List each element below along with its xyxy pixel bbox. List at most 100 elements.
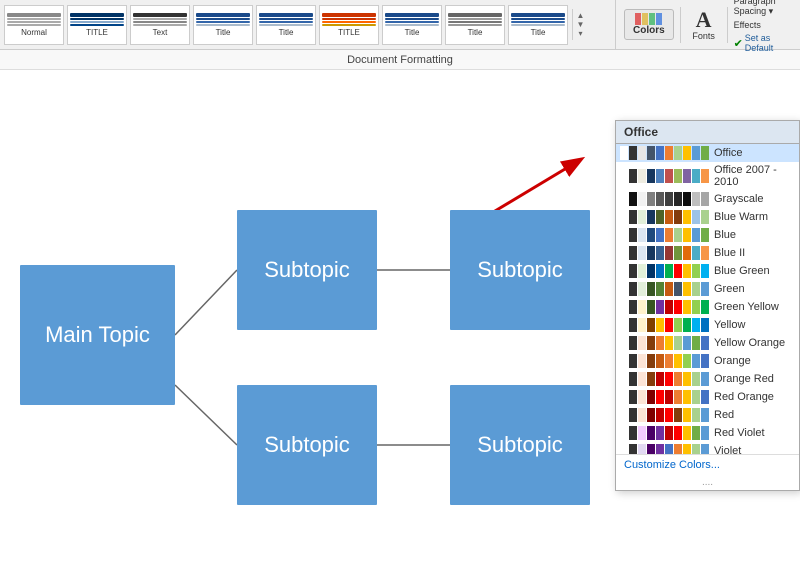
swatch-4-1: [629, 228, 637, 242]
swatch-6-1: [629, 264, 637, 278]
swatch-0-6: [674, 146, 682, 160]
fonts-button[interactable]: A Fonts: [686, 7, 721, 43]
swatch-1-7: [683, 169, 691, 183]
swatch-9-9: [701, 318, 709, 332]
swatch-9-3: [647, 318, 655, 332]
theme-row-8[interactable]: Green Yellow: [616, 298, 799, 316]
customize-colors-button[interactable]: Customize Colors...: [616, 454, 799, 475]
swatch-13-2: [638, 390, 646, 404]
swatch-7-9: [701, 282, 709, 296]
swatch-4-6: [674, 228, 682, 242]
theme-row-15[interactable]: Red Violet: [616, 424, 799, 442]
theme-row-11[interactable]: Orange: [616, 352, 799, 370]
swatch-6-7: [683, 264, 691, 278]
swatch-8-7: [683, 300, 691, 314]
style-item-title2[interactable]: Title: [193, 5, 253, 45]
swatch-3-8: [692, 210, 700, 224]
swatch-11-4: [656, 354, 664, 368]
style-item-title3[interactable]: Title: [256, 5, 316, 45]
swatch-8-9: [701, 300, 709, 314]
swatch-11-3: [647, 354, 655, 368]
swatch-8-5: [665, 300, 673, 314]
swatch-1-8: [692, 169, 700, 183]
swatch-10-2: [638, 336, 646, 350]
swatch-10-1: [629, 336, 637, 350]
swatch-13-6: [674, 390, 682, 404]
swatch-15-1: [629, 426, 637, 440]
theme-row-0[interactable]: Office: [616, 144, 799, 162]
style-item-title5[interactable]: Title: [382, 5, 442, 45]
theme-swatches-2: [620, 192, 709, 206]
swatch-2-8: [692, 192, 700, 206]
swatch-15-5: [665, 426, 673, 440]
style-item-title[interactable]: TITLE: [67, 5, 127, 45]
style-item-label-text: Text: [153, 28, 168, 37]
swatch-11-9: [701, 354, 709, 368]
doc-formatting-label: Document Formatting: [347, 54, 453, 66]
swatch-10-5: [665, 336, 673, 350]
swatch-10-8: [692, 336, 700, 350]
paragraph-spacing-button[interactable]: Paragraph Spacing ▾: [734, 0, 792, 17]
swatch-9-6: [674, 318, 682, 332]
theme-row-10[interactable]: Yellow Orange: [616, 334, 799, 352]
swatch-3-6: [674, 210, 682, 224]
theme-row-14[interactable]: Red: [616, 406, 799, 424]
swatch-15-6: [674, 426, 682, 440]
theme-row-1[interactable]: Office 2007 - 2010: [616, 162, 799, 190]
swatch-11-0: [620, 354, 628, 368]
effects-button[interactable]: Effects: [734, 20, 792, 30]
style-item-label-title5: Title: [405, 28, 420, 37]
swatch-2-1: [629, 192, 637, 206]
dropdown-theme-list[interactable]: OfficeOffice 2007 - 2010GrayscaleBlue Wa…: [616, 144, 799, 454]
style-item-label-title7: Title: [531, 28, 546, 37]
ribbon-styles-area: NormalTITLETextTitleTitleTITLETitleTitle…: [0, 0, 615, 49]
divider-1: [680, 7, 681, 43]
theme-row-7[interactable]: Green: [616, 280, 799, 298]
swatch-15-2: [638, 426, 646, 440]
style-item-title6[interactable]: Title: [445, 5, 505, 45]
theme-row-5[interactable]: Blue II: [616, 244, 799, 262]
style-item-normal[interactable]: Normal: [4, 5, 64, 45]
theme-row-12[interactable]: Orange Red: [616, 370, 799, 388]
style-item-text[interactable]: Text: [130, 5, 190, 45]
theme-row-16[interactable]: Violet: [616, 442, 799, 454]
swatch-5-7: [683, 246, 691, 260]
swatch-7-4: [656, 282, 664, 296]
theme-swatches-0: [620, 146, 709, 160]
effects-label: Effects: [734, 20, 761, 30]
divider-2: [727, 7, 728, 43]
swatch-12-9: [701, 372, 709, 386]
style-item-title7[interactable]: Title: [508, 5, 568, 45]
swatch-11-2: [638, 354, 646, 368]
swatch-4-4: [656, 228, 664, 242]
swatch-16-4: [656, 444, 664, 454]
dots-label: ....: [702, 477, 713, 488]
theme-swatches-15: [620, 426, 709, 440]
swatch-3-9: [701, 210, 709, 224]
swatch-7-6: [674, 282, 682, 296]
theme-row-4[interactable]: Blue: [616, 226, 799, 244]
theme-swatches-11: [620, 354, 709, 368]
theme-row-3[interactable]: Blue Warm: [616, 208, 799, 226]
swatch-15-3: [647, 426, 655, 440]
style-item-title4[interactable]: TITLE: [319, 5, 379, 45]
swatch-10-0: [620, 336, 628, 350]
theme-row-2[interactable]: Grayscale: [616, 190, 799, 208]
set-default-button[interactable]: ✔ Set as Default: [734, 33, 792, 53]
swatch-16-7: [683, 444, 691, 454]
swatch-5-9: [701, 246, 709, 260]
colors-button[interactable]: Colors: [624, 9, 674, 40]
swatch-13-1: [629, 390, 637, 404]
ribbon-scroll[interactable]: ▲ ▼ ▾: [572, 9, 588, 40]
swatch-0-4: [656, 146, 664, 160]
subtopic-tr-label: Subtopic: [477, 257, 563, 283]
swatch-5-8: [692, 246, 700, 260]
theme-row-13[interactable]: Red Orange: [616, 388, 799, 406]
swatch-9-5: [665, 318, 673, 332]
swatch-16-9: [701, 444, 709, 454]
doc-formatting-bar: Document Formatting: [0, 50, 800, 70]
swatch-11-8: [692, 354, 700, 368]
theme-row-9[interactable]: Yellow: [616, 316, 799, 334]
swatch-6-9: [701, 264, 709, 278]
theme-row-6[interactable]: Blue Green: [616, 262, 799, 280]
